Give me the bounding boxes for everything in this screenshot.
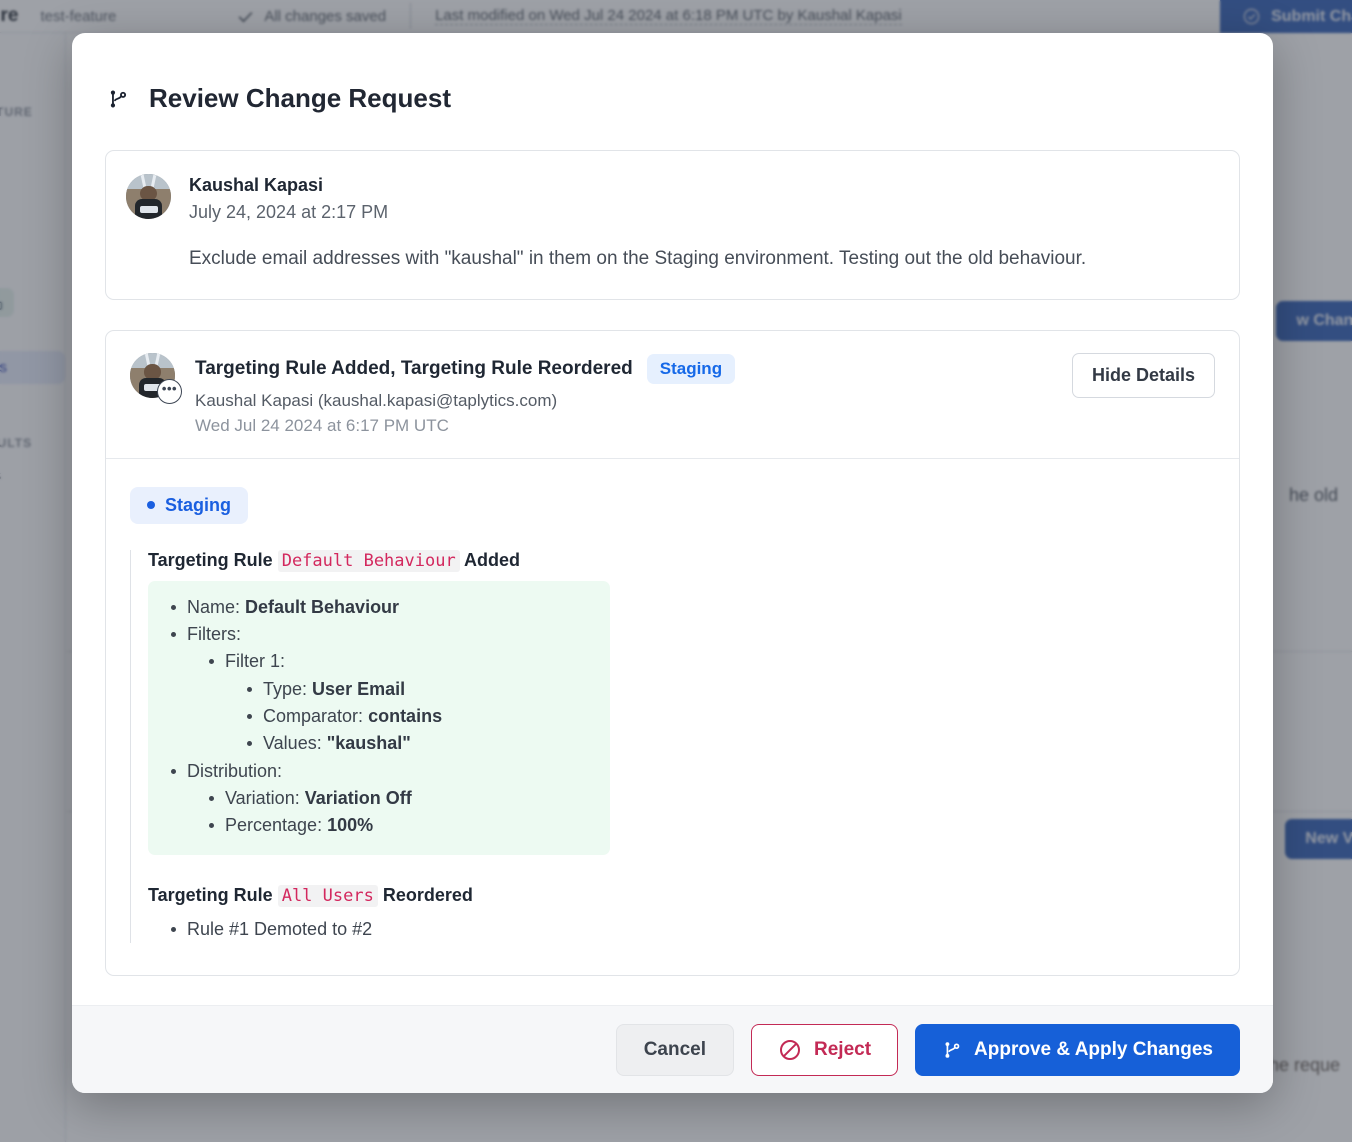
reject-label: Reject [814,1039,871,1061]
list-item: Type: User Email [242,676,592,703]
modal-footer: Cancel Reject Approve & Apply Changes [72,1005,1273,1093]
change-author: Kaushal Kapasi (kaushal.kapasi@taplytics… [195,391,1052,411]
approve-apply-changes-button[interactable]: Approve & Apply Changes [915,1024,1240,1076]
comparator-label: Comparator: [263,706,363,726]
rule-reordered-code: All Users [278,885,378,907]
rule-reordered-block: Targeting Rule All Users Reordered Rule … [148,885,1215,943]
status-dot-icon [147,501,155,509]
avatar [126,174,171,219]
approve-label: Approve & Apply Changes [974,1039,1213,1061]
modal-body: Review Change Request Kaushal Kapasi Jul… [72,33,1273,1005]
type-label: Type: [263,679,307,699]
no-entry-icon [778,1038,802,1062]
filters-list: Filter 1: Type: User Email Comparator: [204,648,592,757]
cancel-button[interactable]: Cancel [616,1024,734,1076]
comment-header: Kaushal Kapasi July 24, 2024 at 2:17 PM [126,174,1213,223]
page-title: Review Change Request [107,83,1240,114]
list-item: Comparator: contains [242,703,592,730]
list-item: Name: Default Behaviour [166,594,592,621]
status-badge: Staging [647,354,735,384]
distribution-label: Distribution: [187,761,282,781]
detail-block: Targeting Rule Default Behaviour Added N… [130,550,1215,944]
list-item: Distribution: Variation: Variation Off P… [166,758,592,840]
comment-card: Kaushal Kapasi July 24, 2024 at 2:17 PM … [105,150,1240,300]
rule-reordered-suffix: Reordered [383,885,473,905]
change-title: Targeting Rule Added, Targeting Rule Reo… [195,358,633,380]
list-item: Filter 1: Type: User Email Comparator: [204,648,592,757]
filter-1-label: Filter 1: [225,651,285,671]
comparator-value: contains [368,706,442,726]
rule-added-heading: Targeting Rule Default Behaviour Added [148,550,1215,571]
values-label: Values: [263,733,322,753]
comment-meta: Kaushal Kapasi July 24, 2024 at 2:17 PM [189,174,388,223]
list-item: Percentage: 100% [204,812,592,839]
comment-date: July 24, 2024 at 2:17 PM [189,202,388,223]
avatar: ••• [130,353,175,398]
change-header: ••• Targeting Rule Added, Targeting Rule… [106,331,1239,459]
change-timestamp: Wed Jul 24 2024 at 6:17 PM UTC [195,416,1052,436]
variation-value: Variation Off [305,788,412,808]
change-details-card: ••• Targeting Rule Added, Targeting Rule… [105,330,1240,977]
rule-added-prefix: Targeting Rule [148,550,273,570]
comment-author: Kaushal Kapasi [189,175,388,196]
change-header-text: Targeting Rule Added, Targeting Rule Reo… [195,353,1052,436]
list-item: Variation: Variation Off [204,785,592,812]
list-item: Values: "kaushal" [242,730,592,757]
distribution-list: Variation: Variation Off Percentage: 100… [204,785,592,840]
rule-reordered-prefix: Targeting Rule [148,885,273,905]
hide-details-button[interactable]: Hide Details [1072,353,1215,398]
rule-added-code: Default Behaviour [278,550,460,572]
environment-pill-label: Staging [165,495,231,516]
git-branch-icon [107,87,129,111]
comment-body: Exclude email addresses with "kaushal" i… [189,245,1213,273]
change-detail-body: Staging Targeting Rule Default Behaviour… [106,459,1239,976]
reject-button[interactable]: Reject [751,1024,898,1076]
variation-label: Variation: [225,788,300,808]
rule-detail-list: Name: Default Behaviour Filters: Filter … [166,594,592,840]
rule-added-details: Name: Default Behaviour Filters: Filter … [148,581,610,855]
rule-reordered-list: Rule #1 Demoted to #2 [148,916,1215,943]
rule-added-suffix: Added [464,550,520,570]
percentage-label: Percentage: [225,815,322,835]
filter-1-list: Type: User Email Comparator: contains [242,676,592,758]
list-item: Rule #1 Demoted to #2 [148,916,1215,943]
change-title-row: Targeting Rule Added, Targeting Rule Reo… [195,354,1052,384]
git-branch-icon [942,1039,962,1061]
more-options-icon[interactable]: ••• [157,379,182,404]
type-value: User Email [312,679,405,699]
values-value: "kaushal" [327,733,411,753]
filters-label: Filters: [187,624,241,644]
review-change-request-modal: Review Change Request Kaushal Kapasi Jul… [72,33,1273,1093]
name-value: Default Behaviour [245,597,399,617]
list-item: Filters: Filter 1: Type: User Email [166,621,592,758]
rule-reordered-heading: Targeting Rule All Users Reordered [148,885,1215,906]
avatar-image [126,174,171,219]
page-title-label: Review Change Request [149,83,451,114]
percentage-value: 100% [327,815,373,835]
environment-pill: Staging [130,487,248,524]
name-label: Name: [187,597,240,617]
